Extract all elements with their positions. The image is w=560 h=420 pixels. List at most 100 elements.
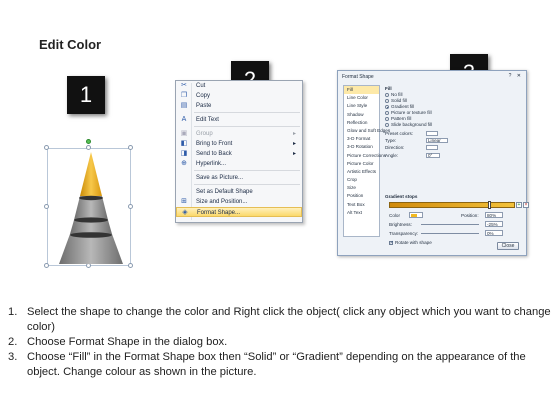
property-value[interactable]: [426, 131, 438, 136]
category-picture-color[interactable]: Picture Color: [344, 160, 379, 168]
menu-item-group: ▣ Group ▸: [176, 129, 302, 139]
menu-separator: [194, 170, 300, 172]
menu-item-bring-to-front[interactable]: ◧ Bring to Front ▸: [176, 139, 302, 149]
menu-item-label: Bring to Front: [196, 141, 233, 147]
radio-button[interactable]: [385, 123, 389, 127]
step-number: 1.: [8, 306, 18, 318]
radio-button[interactable]: [385, 99, 389, 103]
instruction-step: 1. Select the shape to change the color a…: [8, 305, 553, 335]
dialog-window-controls[interactable]: ? ✕: [509, 73, 523, 79]
instruction-step: 2. Choose Format Shape in the dialog box.: [8, 335, 553, 350]
radio-button[interactable]: [385, 111, 389, 115]
fill-option-slide-background-fill[interactable]: Slide background fill: [385, 122, 523, 128]
submenu-arrow-icon: ▸: [292, 151, 296, 157]
category-artistic-effects[interactable]: Artistic Effects: [344, 168, 379, 176]
category-line-color[interactable]: Line Color: [344, 94, 379, 102]
property-value[interactable]: Linear: [426, 138, 448, 144]
fill-option-label: Slide background fill: [391, 122, 433, 127]
menu-item-size-and-position[interactable]: ⊞ Size and Position...: [176, 197, 302, 207]
property-label: Type:: [385, 138, 397, 144]
gradient-stops-bar[interactable]: [389, 202, 515, 208]
menu-item-hyperlink[interactable]: ⊕ Hyperlink...: [176, 159, 302, 169]
fill-heading: Fill: [385, 86, 392, 91]
color-picker-button[interactable]: [409, 212, 423, 218]
add-stop-icon[interactable]: +: [516, 202, 522, 208]
category-alt-text[interactable]: Alt Text: [344, 209, 379, 217]
rotate-handle[interactable]: [86, 139, 91, 144]
menu-item-save-as-picture[interactable]: Save as Picture...: [176, 173, 302, 183]
page-title: Edit Color: [39, 37, 102, 52]
remove-stop-icon[interactable]: ×: [523, 202, 529, 208]
radio-button[interactable]: [385, 93, 389, 97]
category-3-d-rotation[interactable]: 3-D Rotation: [344, 143, 379, 151]
menu-item-label: Paste: [196, 103, 212, 109]
property-value[interactable]: [426, 145, 438, 151]
category-line-style[interactable]: Line Style: [344, 102, 379, 110]
menu-item-label: Set as Default Shape: [196, 189, 253, 195]
close-button[interactable]: Close: [497, 242, 519, 250]
rotate-with-shape-checkbox[interactable]: [389, 240, 394, 246]
property-label: Preset colors:: [385, 131, 414, 136]
menu-item-paste[interactable]: ▤ Paste: [176, 101, 302, 111]
category-size[interactable]: Size: [344, 184, 379, 192]
step-text: Choose Format Shape in the dialog box.: [27, 336, 228, 348]
menu-item-label: Hyperlink...: [196, 161, 227, 167]
category-list: Fill Line Color Line Style Shadow Reflection…: [343, 85, 390, 237]
category-position[interactable]: Position: [344, 192, 379, 200]
instructions: 1. Select the shape to change the color a…: [8, 305, 553, 380]
step-number: 3.: [8, 351, 18, 363]
fill-option-label: Picture or texture fill: [391, 110, 432, 115]
menu-item-set-as-default-shape[interactable]: Set as Default Shape: [176, 187, 302, 197]
category-crop[interactable]: Crop: [344, 176, 379, 184]
property-value[interactable]: 0°: [426, 152, 440, 158]
menu-item-send-to-back[interactable]: ◨ Send to Back ▸: [176, 149, 302, 159]
fill-panel: Fill No fill Solid fill Gradient fill Pictu…: [385, 85, 529, 237]
category-reflection[interactable]: Reflection: [344, 119, 379, 127]
format-shape-dialog: Format Shape ? ✕ Fill Line Color Line Styl…: [337, 70, 529, 256]
menu-item-cut[interactable]: ✂ Cut: [176, 81, 302, 91]
gradient-stops-heading: Gradient stops: [385, 194, 418, 199]
menu-item-label: Save as Picture...: [196, 175, 244, 181]
fill-option-label: Gradient fill: [391, 104, 415, 109]
radio-button[interactable]: [385, 117, 389, 121]
hyperlink-icon: ⊕: [181, 160, 187, 167]
category-shadow[interactable]: Shadow: [344, 111, 379, 119]
format-shape-icon: ◈: [182, 209, 188, 216]
step-number: 2.: [8, 336, 18, 348]
transparency-input[interactable]: 0%: [485, 230, 503, 236]
menu-item-format-shape[interactable]: ◈ Format Shape...: [176, 207, 302, 217]
transparency-slider[interactable]: [421, 233, 479, 234]
category-3-d-format[interactable]: 3-D Format: [344, 135, 379, 143]
cone-shape[interactable]: [55, 150, 127, 266]
resize-handle-e[interactable]: [128, 204, 133, 209]
menu-item-label: Send to Back: [196, 151, 232, 157]
position-label: Position:: [461, 213, 479, 218]
menu-item-copy[interactable]: ❐ Copy: [176, 91, 302, 101]
resize-handle-w[interactable]: [44, 204, 49, 209]
category-fill[interactable]: Fill: [344, 86, 379, 95]
step-text: Select the shape to change the color and…: [27, 306, 551, 333]
menu-item-label: Copy: [196, 93, 211, 99]
context-menu: ✂ Cut ❐ Copy ▤ Paste A Edit Text ▣ Group ▸ ◧ Bring t…: [175, 80, 303, 223]
menu-item-edit-text[interactable]: A Edit Text: [176, 115, 302, 125]
edit-text-icon: A: [181, 116, 187, 123]
color-label: Color: [389, 213, 400, 218]
menu-item-label: Size and Position...: [196, 199, 248, 205]
gradient-stop-marker[interactable]: [488, 201, 491, 209]
radio-button[interactable]: [385, 105, 389, 109]
brightness-input[interactable]: -25%: [485, 221, 503, 227]
brightness-slider[interactable]: [421, 224, 479, 225]
copy-icon: ❐: [180, 92, 188, 99]
position-input[interactable]: 80%: [485, 212, 503, 218]
scissors-icon: ✂: [181, 82, 187, 89]
category-picture-corrections[interactable]: Picture Corrections: [344, 152, 386, 160]
property-label: Direction:: [385, 145, 405, 151]
category-text-box[interactable]: Text Box: [344, 201, 379, 209]
resize-handle-se[interactable]: [128, 263, 133, 268]
resize-handle-sw[interactable]: [44, 263, 49, 268]
category-glow-and-soft-edges[interactable]: Glow and Soft Edges: [344, 127, 390, 135]
resize-handle-ne[interactable]: [128, 145, 133, 150]
instruction-step: 3. Choose “Fill” in the Format Shape box …: [8, 350, 553, 380]
paste-icon: ▤: [180, 102, 188, 109]
resize-handle-nw[interactable]: [44, 145, 49, 150]
